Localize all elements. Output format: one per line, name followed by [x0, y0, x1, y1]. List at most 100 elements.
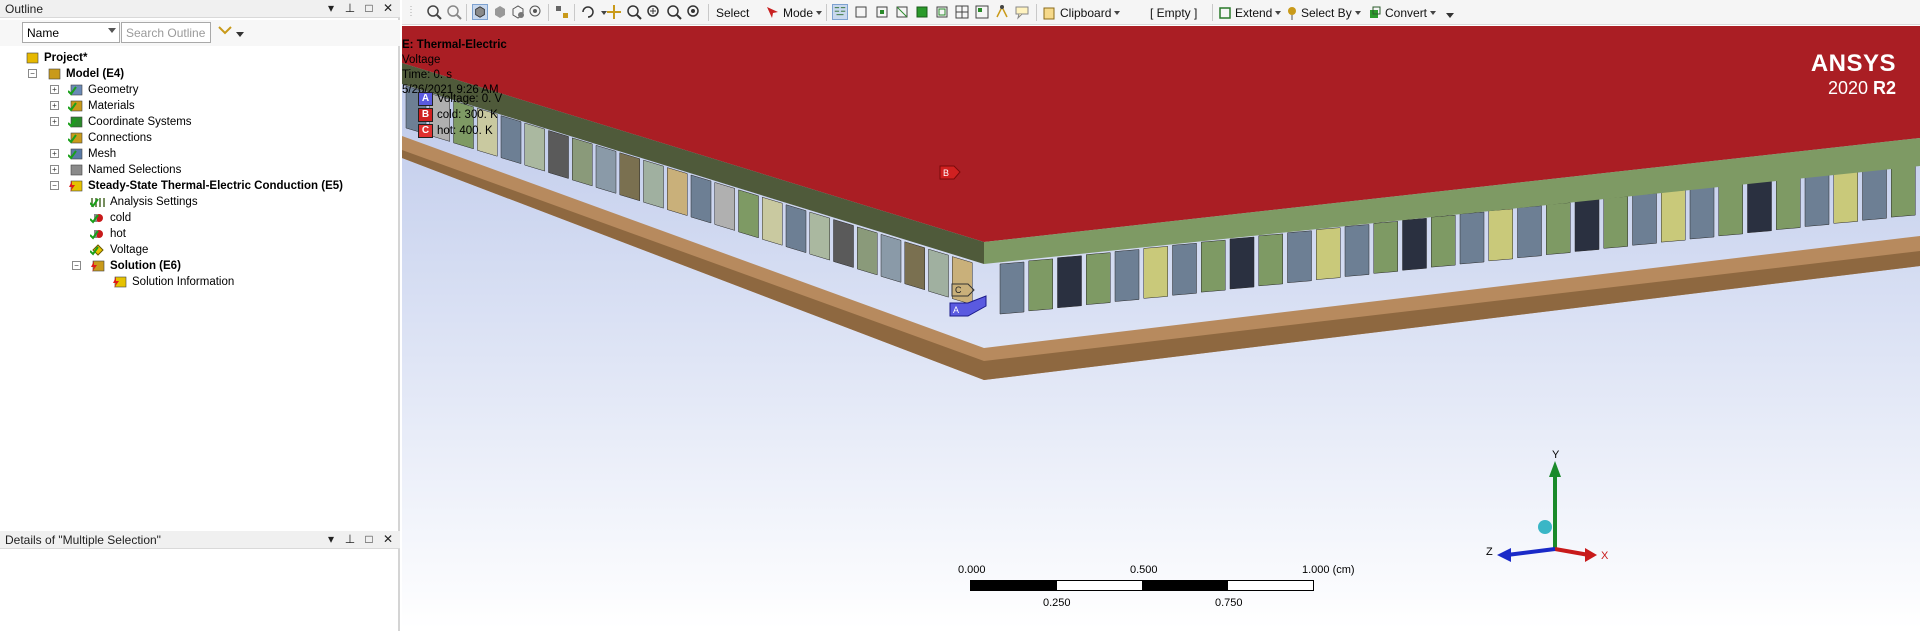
tree-item[interactable]: − Steady-State Thermal-Electric Conductio… — [50, 178, 343, 194]
tree-item[interactable]: hot — [90, 226, 126, 242]
select-face-icon[interactable] — [874, 4, 890, 20]
shaded-exterior-edges-icon[interactable] — [472, 4, 488, 20]
pan-move-icon[interactable] — [606, 4, 622, 20]
select-mesh-face-icon[interactable] — [974, 4, 990, 20]
select-mesh-icon[interactable] — [954, 4, 970, 20]
wireframe-icon[interactable] — [510, 4, 526, 20]
tree-item-label: Analysis Settings — [110, 196, 198, 208]
extend-icon — [1219, 6, 1231, 19]
collapse-icon[interactable]: − — [72, 261, 81, 270]
thermoelectric-leg — [1344, 224, 1370, 277]
maximize-icon[interactable]: □ — [363, 1, 375, 15]
filter-expand-icon[interactable] — [217, 24, 233, 38]
thermoelectric-leg — [1747, 180, 1772, 234]
pin-icon[interactable]: ⊥ — [344, 532, 356, 546]
mode-button[interactable]: Mode — [766, 3, 823, 22]
extend-button[interactable]: Extend — [1218, 3, 1282, 22]
tree-item[interactable]: + Materials — [50, 98, 135, 114]
convert-button[interactable]: Convert — [1368, 3, 1437, 22]
tree-item[interactable]: + Mesh — [50, 146, 116, 162]
thermoelectric-leg — [809, 211, 830, 261]
tree-item[interactable]: Connections — [68, 130, 152, 146]
pan-icon[interactable] — [554, 4, 570, 20]
select-node-icon[interactable] — [934, 4, 950, 20]
model-render: B C A — [402, 26, 1920, 380]
rotate-icon[interactable] — [580, 4, 596, 20]
expand-icon[interactable]: + — [50, 117, 59, 126]
zoom-out-icon[interactable] — [446, 4, 462, 20]
panel-menu-icon[interactable]: ▾ — [325, 532, 337, 546]
temperature-icon — [90, 230, 103, 240]
thermoelectric-leg — [524, 122, 545, 172]
thermoelectric-leg — [690, 174, 712, 224]
chevron-down-icon[interactable] — [236, 32, 244, 38]
ansys-logo: ANSYS 2020 R2 — [1811, 50, 1896, 99]
name-filter-select[interactable]: Name — [22, 22, 120, 43]
toolbar-separator — [548, 4, 549, 21]
zoom-icon[interactable] — [626, 4, 642, 20]
clipboard-button[interactable]: Clipboard — [1042, 3, 1121, 22]
tree-item[interactable]: + Geometry — [50, 82, 139, 98]
clipboard-label: Clipboard — [1060, 5, 1112, 20]
thermoelectric-leg — [1574, 199, 1600, 252]
close-icon[interactable]: ✕ — [382, 1, 394, 15]
search-outline-input[interactable] — [121, 22, 211, 43]
select-button[interactable]: Select — [716, 3, 749, 22]
zoom-to-fit-icon[interactable] — [426, 4, 442, 20]
thermoelectric-leg — [785, 204, 807, 254]
annotation-icon[interactable] — [1014, 4, 1030, 20]
tree-item[interactable]: cold — [90, 210, 131, 226]
thermoelectric-leg — [1689, 186, 1715, 240]
tree-item-label: Voltage — [110, 244, 149, 256]
expand-icon[interactable]: + — [50, 165, 59, 174]
pin-icon[interactable]: ⊥ — [344, 1, 356, 15]
thermoelectric-leg — [904, 241, 925, 291]
tree-item[interactable]: + Named Selections — [50, 162, 181, 178]
coordinate-triad[interactable]: Y X Z — [1477, 449, 1617, 571]
show-vertices-icon[interactable] — [528, 4, 544, 20]
toolbar-overflow-icon[interactable] — [1446, 12, 1454, 20]
tree-item[interactable]: + Coordinate Systems — [50, 114, 192, 130]
outline-title-bar: Outline ▾ ⊥ □ ✕ — [0, 0, 400, 18]
magnifier-icon[interactable] — [686, 4, 702, 20]
tree-item[interactable]: Voltage — [90, 242, 148, 258]
tree-item[interactable]: − Model (E4) — [28, 66, 124, 82]
box-zoom-icon[interactable] — [646, 4, 662, 20]
select-vertex-icon[interactable] — [832, 4, 848, 20]
thermoelectric-leg — [1316, 227, 1341, 280]
expand-icon[interactable]: + — [50, 101, 59, 110]
chevron-down-icon — [1114, 10, 1121, 15]
expand-icon[interactable]: + — [50, 149, 59, 158]
maximize-icon[interactable]: □ — [363, 532, 375, 546]
3d-viewport[interactable]: B C A E: Thermal-Electric Voltage Time: … — [402, 26, 1920, 629]
expand-icon[interactable]: + — [50, 85, 59, 94]
thermoelectric-leg — [595, 144, 617, 194]
thermoelectric-leg — [952, 256, 973, 305]
solution-icon — [91, 260, 105, 272]
tree-item[interactable]: − Solution (E6) — [72, 258, 181, 274]
toolbar-separator — [826, 4, 827, 21]
legend-key-c: C — [418, 124, 433, 138]
outline-panel-controls: ▾ ⊥ □ ✕ — [325, 1, 394, 15]
tree-item[interactable]: Project* — [24, 50, 87, 66]
panel-menu-icon[interactable]: ▾ — [325, 1, 337, 15]
thermoelectric-leg — [1488, 208, 1513, 262]
select-body-icon[interactable] — [894, 4, 910, 20]
tree-item[interactable]: Analysis Settings — [90, 194, 198, 210]
coordinate-systems-icon — [68, 116, 83, 128]
collapse-icon[interactable]: − — [50, 181, 59, 190]
scale-label-1000: 1.000 (cm) — [1302, 564, 1355, 576]
select-scatter-icon[interactable] — [994, 4, 1010, 20]
tree-item-label: hot — [110, 228, 126, 240]
shaded-icon[interactable] — [492, 4, 508, 20]
chevron-down-icon — [816, 10, 823, 15]
select-by-button[interactable]: Select By — [1286, 3, 1361, 22]
tree-item-label: Geometry — [88, 84, 139, 96]
collapse-icon[interactable]: − — [28, 69, 37, 78]
scale-bar: 0.000 0.500 1.000 (cm) 0.250 0.750 — [958, 564, 1390, 624]
tree-item[interactable]: Solution Information — [112, 274, 234, 290]
close-icon[interactable]: ✕ — [382, 532, 394, 546]
select-element-icon[interactable] — [914, 4, 930, 20]
zoom-to-fit-icon[interactable] — [666, 4, 682, 20]
select-edge-icon[interactable] — [854, 4, 870, 20]
